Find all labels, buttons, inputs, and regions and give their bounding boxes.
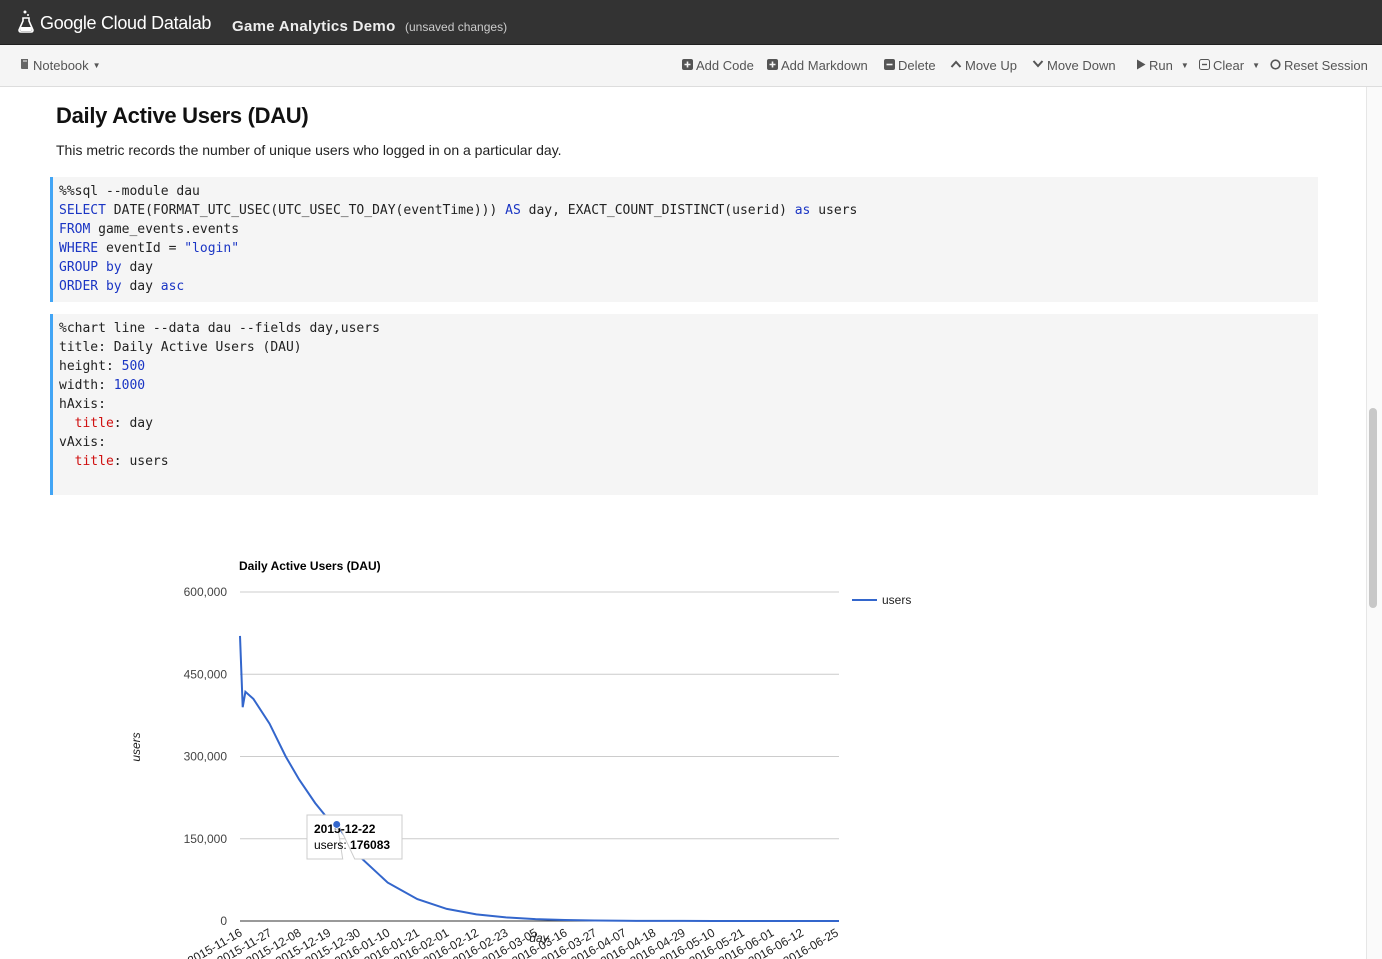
code-cell-sql[interactable]: %%sql --module dau SELECT DATE(FORMAT_UT… [50, 177, 1318, 302]
vertical-scrollbar[interactable] [1366, 87, 1382, 959]
run-label: Run [1149, 58, 1173, 73]
notebook-toolbar: Notebook ▼ Add Code Add Markdown Delete … [0, 45, 1382, 87]
book-icon [20, 58, 30, 73]
move-up-label: Move Up [965, 58, 1018, 73]
notebook-menu-button[interactable]: Notebook ▼ [20, 58, 101, 73]
add-code-label: Add Code [696, 58, 754, 73]
code-cell-chart[interactable]: %chart line --data dau --fields day,user… [50, 314, 1318, 495]
tooltip-date: 2015-12-22 [314, 822, 376, 836]
app-header: Google Cloud Datalab Game Analytics Demo… [0, 0, 1382, 45]
chevron-up-icon [950, 59, 962, 72]
hover-data-point[interactable] [332, 819, 342, 829]
circle-icon [1270, 58, 1281, 73]
tooltip-value: users: 176083 [314, 838, 390, 852]
delete-button[interactable]: Delete [884, 58, 936, 73]
y-tick-label: 450,000 [184, 667, 228, 681]
markdown-paragraph: This metric records the number of unique… [56, 142, 562, 158]
notebook-content: Daily Active Users (DAU) This metric rec… [0, 87, 1366, 959]
reset-session-button[interactable]: Reset Session [1270, 58, 1368, 73]
y-tick-label: 150,000 [184, 832, 228, 846]
chevron-down-icon [1032, 59, 1044, 72]
x-axis-ticks: 2015-11-162015-11-272015-12-082015-12-19… [185, 925, 841, 959]
minus-square-outline-icon [1199, 58, 1210, 73]
clear-label: Clear [1213, 58, 1245, 73]
dau-line-chart[interactable]: Daily Active Users (DAU) 0 150,000 300,000… [110, 539, 1110, 959]
chart-legend[interactable]: users [852, 593, 911, 607]
y-tick-label: 600,000 [184, 585, 228, 599]
move-down-button[interactable]: Move Down [1032, 58, 1116, 73]
play-icon [1136, 59, 1146, 73]
y-tick-label: 300,000 [184, 750, 228, 764]
notebook-menu-label: Notebook [33, 58, 89, 73]
notebook-title[interactable]: Game Analytics Demo [232, 18, 396, 35]
scrollbar-thumb[interactable] [1369, 408, 1377, 608]
code-editor[interactable]: %%sql --module dau SELECT DATE(FORMAT_UT… [53, 177, 1318, 296]
caret-down-icon: ▼ [92, 61, 101, 70]
move-down-label: Move Down [1047, 58, 1116, 73]
caret-down-icon: ▼ [1180, 61, 1189, 70]
move-up-button[interactable]: Move Up [950, 58, 1017, 73]
x-axis-title: day [529, 931, 549, 945]
datalab-logo[interactable]: Google Cloud Datalab [18, 10, 211, 36]
reset-session-label: Reset Session [1284, 58, 1368, 73]
add-markdown-label: Add Markdown [781, 58, 868, 73]
save-status: (unsaved changes) [405, 20, 508, 34]
delete-label: Delete [898, 58, 936, 73]
legend-label: users [882, 593, 911, 607]
caret-down-icon: ▼ [1252, 61, 1260, 70]
y-axis-title: users [129, 732, 143, 761]
chart-title: Daily Active Users (DAU) [239, 559, 381, 573]
series-line-users[interactable] [239, 635, 839, 922]
chart-tooltip: 2015-12-22 users: 176083 [306, 814, 403, 860]
clear-button[interactable]: Clear ▼ [1199, 58, 1260, 73]
logo-text: Google Cloud Datalab [40, 12, 212, 33]
minus-square-icon [884, 58, 895, 73]
chart-gridlines [240, 591, 839, 922]
add-markdown-button[interactable]: Add Markdown [767, 58, 868, 73]
y-tick-label: 0 [220, 914, 227, 928]
plus-square-icon [767, 58, 778, 73]
code-editor[interactable]: %chart line --data dau --fields day,user… [53, 314, 1318, 471]
plus-square-icon [682, 58, 693, 73]
flask-icon [18, 9, 34, 38]
run-button[interactable]: Run ▼ [1136, 58, 1189, 73]
add-code-button[interactable]: Add Code [682, 58, 754, 73]
markdown-heading: Daily Active Users (DAU) [56, 103, 309, 128]
y-axis-ticks: 0 150,000 300,000 450,000 600,000 [184, 585, 228, 928]
